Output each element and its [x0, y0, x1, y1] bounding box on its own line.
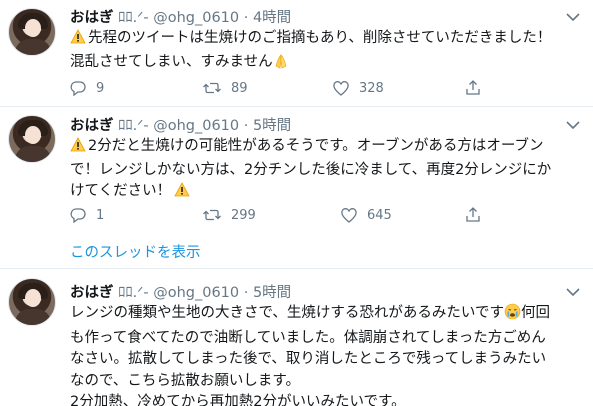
- avatar[interactable]: [8, 8, 56, 56]
- author-name[interactable]: おはぎ: [70, 10, 114, 26]
- share-button[interactable]: [465, 205, 481, 225]
- tweet-text: 先程のツイートは生焼けのご指摘もあり、削除させていただきました！ 混乱させてしま…: [70, 28, 588, 76]
- handle-prefix: ﾛﾛ.ᐟ-: [118, 10, 149, 26]
- tweet-line: レンジの種類や生地の大きさで、生焼けする恐れがあるみたいです: [70, 305, 504, 321]
- tweet-text: レンジの種類や生地の大きさで、生焼けする恐れがあるみたいです 何回 も作って食べ…: [70, 303, 588, 406]
- avatar[interactable]: [8, 278, 56, 326]
- retweet-count: 299: [231, 207, 256, 223]
- chevron-down-icon[interactable]: [566, 121, 580, 131]
- reply-button[interactable]: 1: [70, 205, 104, 225]
- tweet-line: 先程のツイートは生焼けのご指摘もあり、削除させていただきました！: [88, 30, 552, 46]
- share-icon: [465, 207, 481, 223]
- chevron-down-icon[interactable]: [566, 13, 580, 23]
- tweet-line: 何回: [520, 305, 550, 321]
- retweet-count: 89: [231, 80, 248, 96]
- retweet-icon: [203, 207, 221, 223]
- warning-icon: [174, 182, 190, 205]
- like-icon: [333, 80, 349, 96]
- tweet-line: 2分加熱、冷めてから再加熱2分がいいみたいです。: [70, 394, 406, 406]
- crying-icon: [504, 303, 521, 328]
- tweet-time[interactable]: 5時間: [253, 285, 291, 301]
- like-icon: [341, 207, 357, 223]
- tweet-time[interactable]: 5時間: [253, 118, 291, 134]
- reply-button[interactable]: 9: [70, 78, 104, 98]
- tweet-header: おはぎ ﾛﾛ.ᐟ- @ohg_0610 · 5時間: [70, 117, 291, 135]
- chevron-down-icon[interactable]: [566, 288, 580, 298]
- dot-separator: ·: [243, 10, 249, 26]
- like-button[interactable]: 645: [341, 205, 392, 225]
- like-count: 328: [359, 80, 384, 96]
- tweet-line: なさい。拡散してしまった後で、取り消したところで残ってしまうみたい: [70, 351, 547, 367]
- warning-icon: [70, 29, 86, 52]
- tweet-text: 2分だと生焼けの可能性があるそうです。オーブンがある方はオーブン で！レンジしか…: [70, 136, 588, 205]
- tweet-time[interactable]: 4時間: [253, 10, 291, 26]
- show-thread-link[interactable]: このスレッドを表示: [70, 241, 201, 262]
- tweet-line: 混乱させてしまい、すみません: [70, 53, 273, 70]
- author-name[interactable]: おはぎ: [70, 285, 114, 301]
- reply-count: 1: [96, 207, 105, 223]
- reply-icon: [70, 207, 86, 223]
- retweet-button[interactable]: 299: [203, 205, 256, 225]
- like-count: 645: [367, 207, 392, 223]
- like-button[interactable]: 328: [333, 78, 384, 98]
- handle-prefix: ﾛﾛ.ᐟ-: [118, 118, 149, 134]
- tweet-2[interactable]: おはぎ ﾛﾛ.ᐟ- @ohg_0610 · 5時間 2分だと生焼けの可能性がある…: [0, 107, 593, 267]
- dot-separator: ·: [243, 118, 249, 134]
- author-handle[interactable]: @ohg_0610: [153, 285, 239, 301]
- warning-icon: [70, 137, 86, 160]
- retweet-button[interactable]: 89: [203, 78, 248, 98]
- share-icon: [465, 80, 481, 96]
- tweet-3[interactable]: おはぎ ﾛﾛ.ᐟ- @ohg_0610 · 5時間 レンジの種類や生地の大きさで…: [0, 269, 593, 406]
- reply-count: 9: [96, 80, 105, 96]
- author-handle[interactable]: @ohg_0610: [153, 118, 239, 134]
- pray-icon: [273, 53, 289, 77]
- tweet-line: 2分だと生焼けの可能性があるそうです。オーブンがある方はオーブン: [88, 138, 544, 154]
- retweet-icon: [203, 80, 221, 96]
- tweet-line: で！レンジしかない方は、2分チンした後に冷まして、再度2分レンジにか: [70, 161, 552, 178]
- tweet-line: も作って食べてたので油断していました。体調崩されてしまった方ごめん: [70, 329, 546, 346]
- tweet-line: けてください！: [70, 183, 172, 199]
- author-name[interactable]: おはぎ: [70, 118, 114, 134]
- share-button[interactable]: [465, 78, 481, 98]
- handle-prefix: ﾛﾛ.ᐟ-: [118, 285, 149, 301]
- dot-separator: ·: [243, 285, 249, 301]
- reply-icon: [70, 80, 86, 96]
- tweet-header: おはぎ ﾛﾛ.ᐟ- @ohg_0610 · 4時間: [70, 9, 291, 27]
- tweet-header: おはぎ ﾛﾛ.ᐟ- @ohg_0610 · 5時間: [70, 284, 291, 302]
- author-handle[interactable]: @ohg_0610: [153, 10, 239, 26]
- tweet-1[interactable]: おはぎ ﾛﾛ.ᐟ- @ohg_0610 · 4時間 先程のツイートは生焼けのご指…: [0, 0, 593, 110]
- tweet-line: なので、こちら拡散お願いします。: [70, 372, 300, 389]
- avatar[interactable]: [8, 115, 56, 163]
